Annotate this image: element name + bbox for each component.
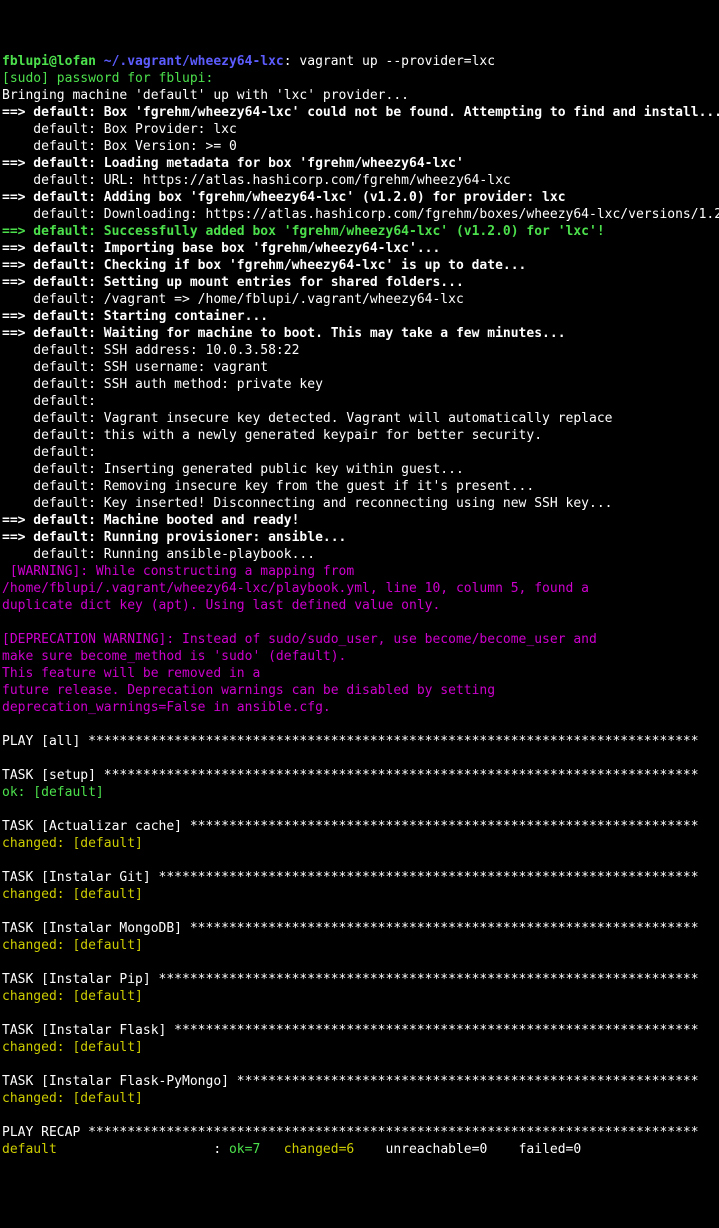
terminal-line: ==> default: Loading metadata for box 'f… [2,155,719,172]
terminal-line [2,716,719,733]
prompt-command: vagrant up --provider=lxc [299,54,495,69]
terminal-line: changed: [default] [2,988,719,1005]
terminal-line: ==> default: Starting container... [2,308,719,325]
terminal-line: TASK [Instalar Flask-PyMongo] **********… [2,1073,719,1090]
terminal-line: default: [2,444,719,461]
terminal-line: changed: [default] [2,1039,719,1056]
terminal-line: default: Vagrant insecure key detected. … [2,410,719,427]
terminal-line: /home/fblupi/.vagrant/wheezy64-lxc/playb… [2,580,719,597]
terminal-line: ==> default: Importing base box 'fgrehm/… [2,240,719,257]
terminal-line: default: Inserting generated public key … [2,461,719,478]
terminal-line: changed: [default] [2,1090,719,1107]
terminal-line: TASK [Actualizar cache] ****************… [2,818,719,835]
terminal-line: changed: [default] [2,886,719,903]
terminal-line: [sudo] password for fblupi: [2,70,719,87]
terminal-line: ok: [default] [2,784,719,801]
terminal-line: default: Downloading: https://atlas.hash… [2,206,719,223]
terminal-line: ==> default: Successfully added box 'fgr… [2,223,719,240]
terminal-line: changed: [default] [2,835,719,852]
terminal-line [2,903,719,920]
terminal-line [2,1005,719,1022]
terminal-line: default: SSH auth method: private key [2,376,719,393]
terminal-line: default: SSH address: 10.0.3.58:22 [2,342,719,359]
recap-changed: changed=6 [284,1142,386,1157]
terminal-line: TASK [setup] ***************************… [2,767,719,784]
terminal-line: TASK [Instalar Pip] ********************… [2,971,719,988]
recap-unreachable: unreachable=0 [386,1142,519,1157]
terminal-line [2,954,719,971]
prompt-path: ~/.vagrant/wheezy64-lxc [104,54,284,69]
terminal-line: make sure become_method is 'sudo' (defau… [2,648,719,665]
terminal-line: TASK [Instalar Git] ********************… [2,869,719,886]
terminal-line: ==> default: Waiting for machine to boot… [2,325,719,342]
terminal-line: ==> default: Checking if box 'fgrehm/whe… [2,257,719,274]
recap-host: default [2,1142,213,1157]
prompt-user: fblupi@lofan [2,54,96,69]
terminal-line: [WARNING]: While constructing a mapping … [2,563,719,580]
terminal-line: default: this with a newly generated key… [2,427,719,444]
terminal-line: PLAY RECAP *****************************… [2,1124,719,1141]
terminal-line: ==> default: Adding box 'fgrehm/wheezy64… [2,189,719,206]
terminal-output: fblupi@lofan ~/.vagrant/wheezy64-lxc: va… [2,53,719,1158]
terminal-line: TASK [Instalar Flask] ******************… [2,1022,719,1039]
terminal-line: default: Running ansible-playbook... [2,546,719,563]
recap-failed: failed=0 [519,1142,582,1157]
terminal-line: default: /vagrant => /home/fblupi/.vagra… [2,291,719,308]
terminal-line: ==> default: Machine booted and ready! [2,512,719,529]
terminal-line [2,801,719,818]
terminal-line: duplicate dict key (apt). Using last def… [2,597,719,614]
terminal-line: default: Box Provider: lxc [2,121,719,138]
terminal-line: This feature will be removed in a [2,665,719,682]
terminal-line: [DEPRECATION WARNING]: Instead of sudo/s… [2,631,719,648]
terminal-line [2,1056,719,1073]
sudo-prompt: [sudo] password for fblupi: [2,71,213,86]
terminal-line: deprecation_warnings=False in ansible.cf… [2,699,719,716]
terminal-line: ==> default: Box 'fgrehm/wheezy64-lxc' c… [2,104,719,121]
terminal-line [2,614,719,631]
terminal-line [2,750,719,767]
terminal-line: default: [2,393,719,410]
terminal-line: Bringing machine 'default' up with 'lxc'… [2,87,719,104]
recap-ok: ok=7 [229,1142,284,1157]
terminal-line [2,852,719,869]
terminal-line: default: Box Version: >= 0 [2,138,719,155]
play-recap-line: default : ok=7 changed=6 unreachable=0 f… [2,1141,719,1158]
terminal-line: default: URL: https://atlas.hashicorp.co… [2,172,719,189]
terminal-line [2,1107,719,1124]
terminal-line: changed: [default] [2,937,719,954]
terminal-line: ==> default: Running provisioner: ansibl… [2,529,719,546]
terminal-line: PLAY [all] *****************************… [2,733,719,750]
terminal-line: default: Key inserted! Disconnecting and… [2,495,719,512]
prompt-line: fblupi@lofan ~/.vagrant/wheezy64-lxc: va… [2,53,719,70]
terminal-line: TASK [Instalar MongoDB] ****************… [2,920,719,937]
terminal-line: ==> default: Setting up mount entries fo… [2,274,719,291]
terminal-line: future release. Deprecation warnings can… [2,682,719,699]
terminal-line: default: SSH username: vagrant [2,359,719,376]
terminal-line: default: Removing insecure key from the … [2,478,719,495]
